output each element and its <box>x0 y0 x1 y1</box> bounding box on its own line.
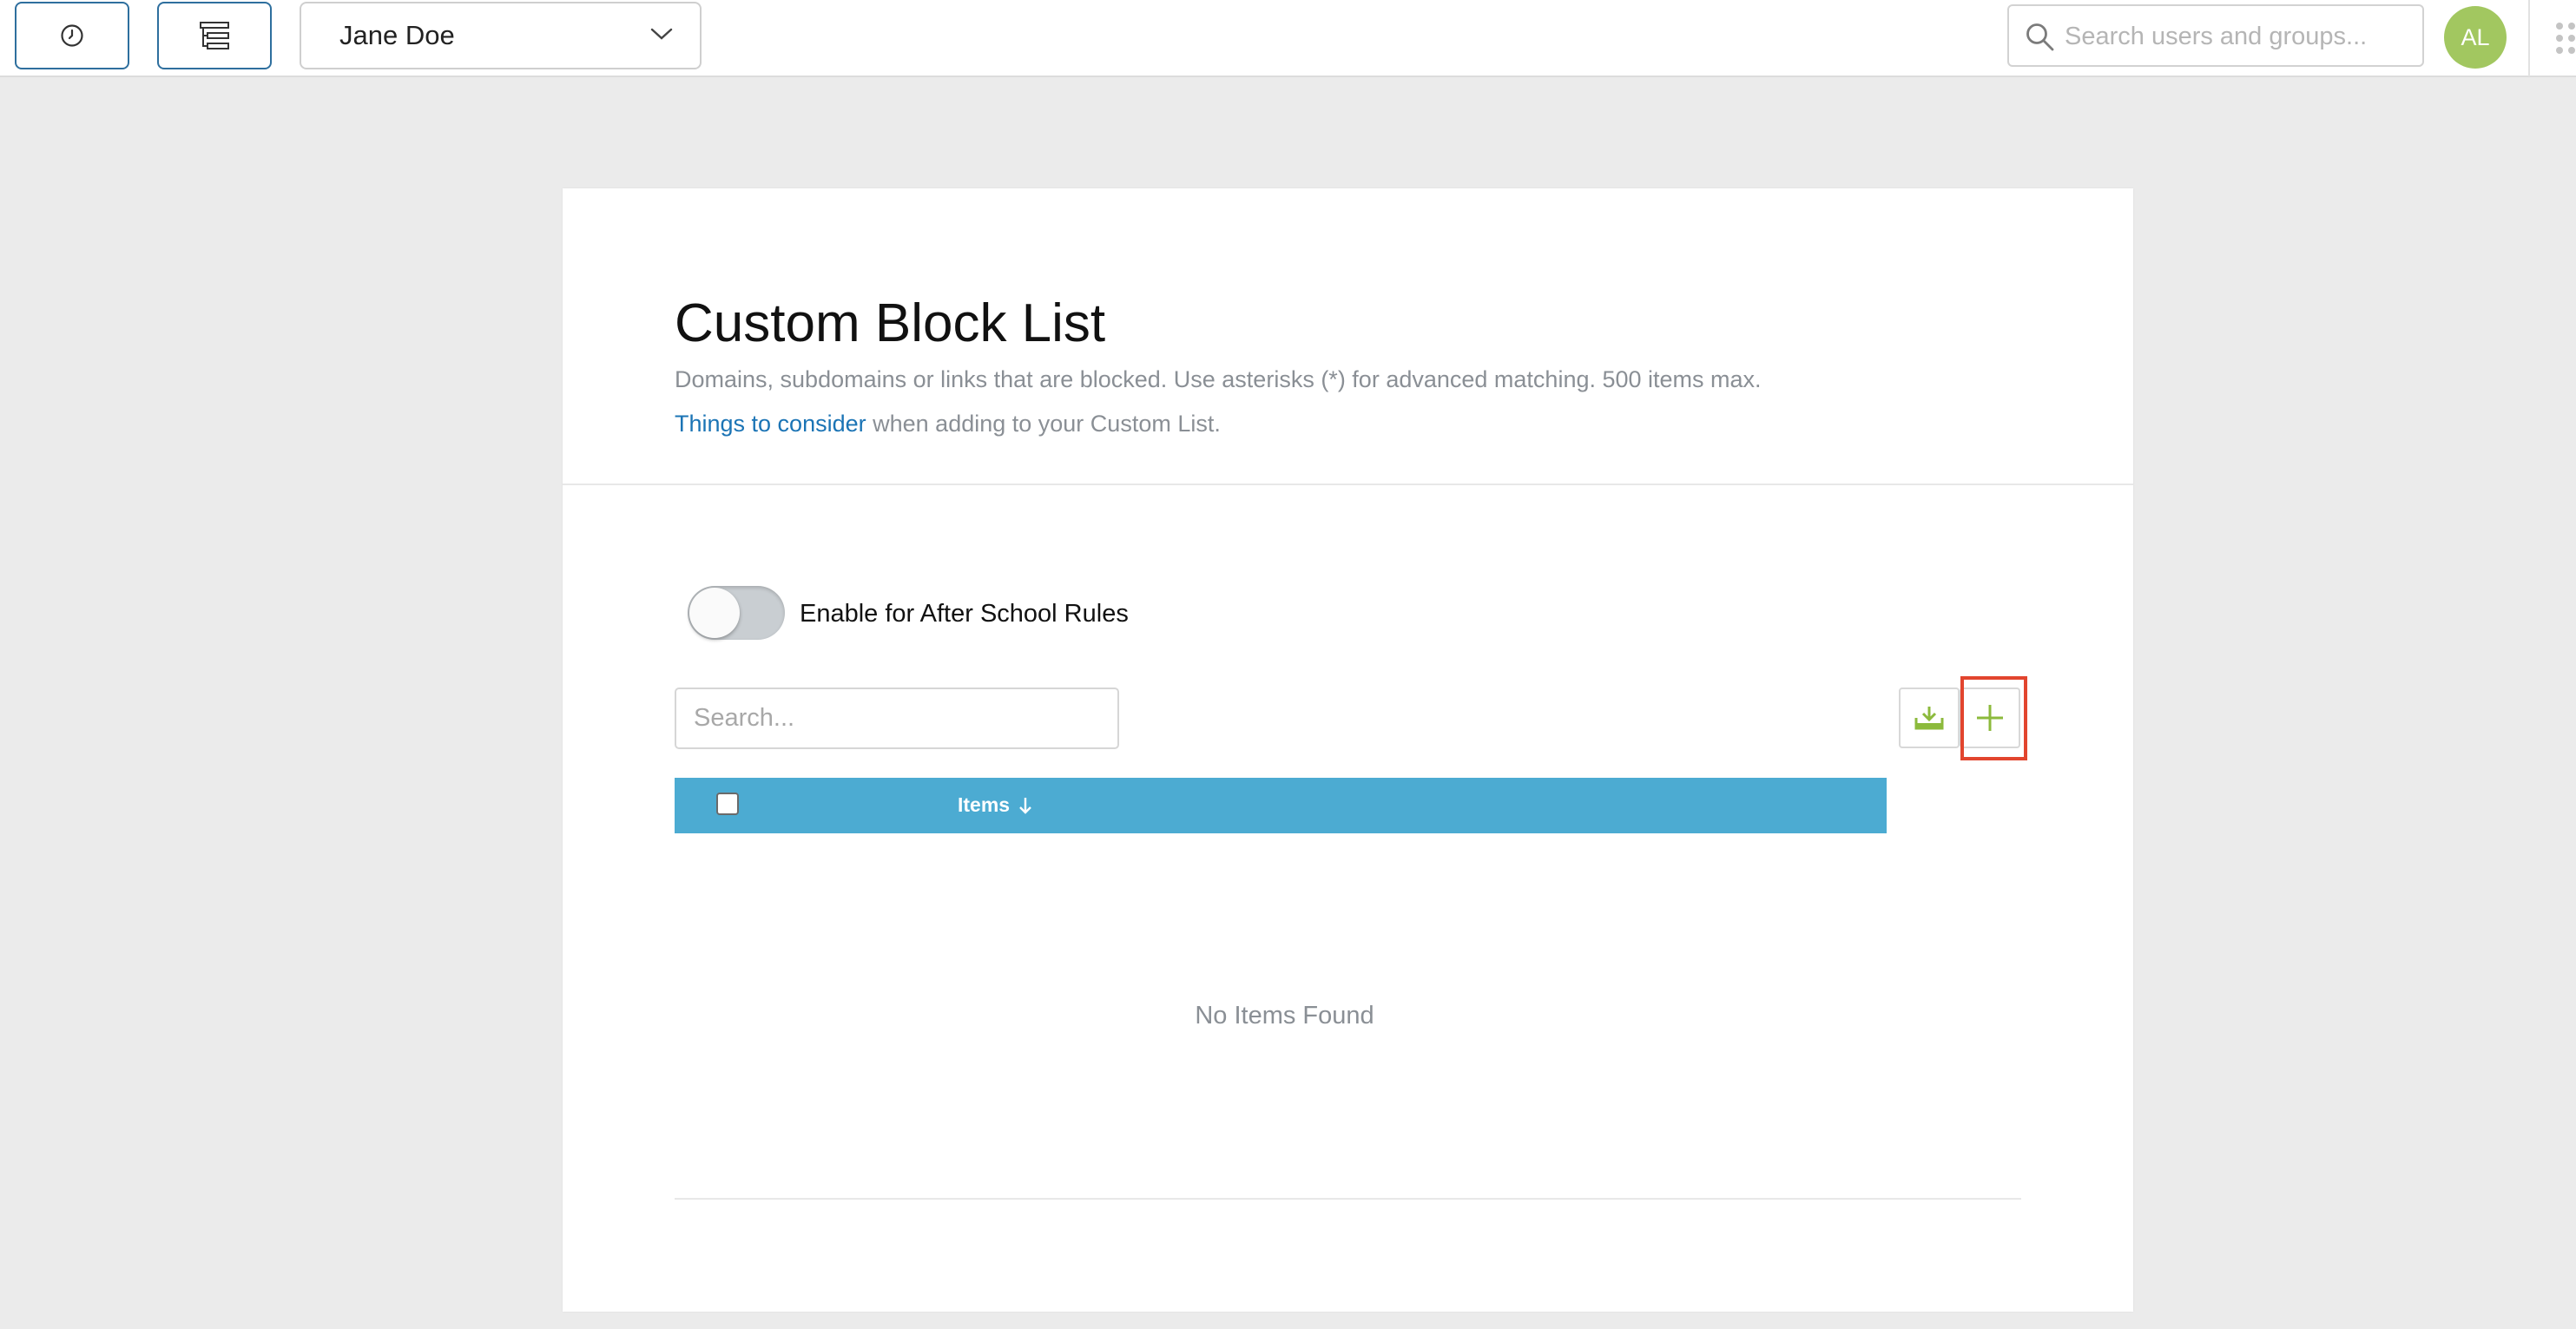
column-header-items[interactable]: Items <box>958 793 1032 817</box>
column-label: Items <box>958 793 1011 816</box>
consider-suffix: when adding to your Custom List. <box>866 411 1221 437</box>
divider <box>2528 0 2530 76</box>
global-search-input[interactable] <box>2065 15 2412 58</box>
select-all-checkbox[interactable] <box>716 793 739 815</box>
avatar[interactable]: AL <box>2444 6 2507 69</box>
page-description: Domains, subdomains or links that are bl… <box>675 366 1762 392</box>
divider <box>675 1198 2021 1200</box>
arrow-down-icon <box>1019 797 1031 814</box>
tree-view-button[interactable] <box>157 2 272 69</box>
top-bar: Jane Doe AL <box>0 0 2576 77</box>
toggle-knob <box>689 588 740 638</box>
divider <box>563 484 2133 485</box>
empty-state-message: No Items Found <box>1195 1002 1374 1030</box>
consider-text: Things to consider when adding to your C… <box>675 411 1221 438</box>
add-item-button[interactable] <box>1960 688 2020 748</box>
download-button[interactable] <box>1899 688 1960 748</box>
plus-icon <box>1977 705 2003 731</box>
clock-icon <box>61 24 83 47</box>
user-select[interactable]: Jane Doe <box>300 2 702 69</box>
tree-list-icon <box>200 22 229 49</box>
after-school-toggle[interactable] <box>688 586 785 640</box>
page-title: Custom Block List <box>675 293 1106 353</box>
download-icon <box>1914 707 1944 730</box>
custom-block-list-card: Custom Block List Domains, subdomains or… <box>563 188 2133 1312</box>
global-search <box>2007 4 2424 67</box>
user-select-value: Jane Doe <box>339 20 455 50</box>
history-button[interactable] <box>15 2 129 69</box>
table-header: Items <box>675 778 1887 833</box>
list-search-input[interactable] <box>675 688 1119 749</box>
toggle-label: Enable for After School Rules <box>800 600 1129 628</box>
chevron-down-icon <box>650 28 673 40</box>
apps-grid-icon[interactable] <box>2554 21 2576 56</box>
things-to-consider-link[interactable]: Things to consider <box>675 411 866 437</box>
search-icon <box>2026 23 2054 51</box>
